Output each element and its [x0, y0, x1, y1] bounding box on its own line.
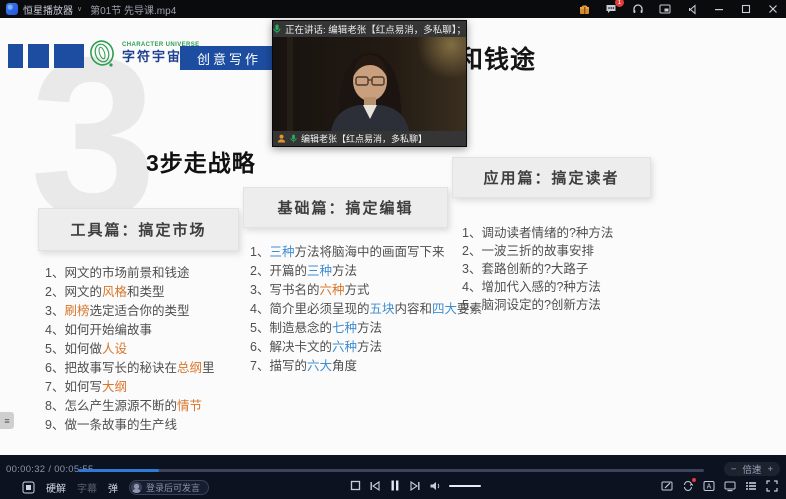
list-item: 6、解决卡文的六种方法	[250, 338, 482, 357]
course-list-basics: 1、三种方法将脑海中的画面写下来2、开篇的三种方法3、写书名的六种方式4、简介里…	[250, 243, 482, 376]
list-item: 4、简介里必须呈现的五块内容和四大要素	[250, 300, 482, 319]
svg-text:A: A	[707, 484, 712, 491]
list-item: 4、增加代入感的?种方法	[462, 278, 613, 296]
webcam-feed	[273, 37, 466, 131]
deco-square	[54, 44, 84, 68]
player-window: 恒星播放器 ∨ 第01节 先导课.mp4 1	[0, 0, 786, 499]
mic-icon	[273, 24, 281, 34]
webcam-namebar: 编辑老张【红点易消，多私聊】	[273, 131, 466, 146]
stop-button[interactable]	[350, 480, 361, 491]
section-box-basics: 基础篇：搞定编辑	[243, 187, 448, 228]
list-item: 1、三种方法将脑海中的画面写下来	[250, 243, 482, 262]
list-item: 3、套路创新的?大路子	[462, 260, 613, 278]
course-list-apps: 1、调动读者情绪的?种方法2、一波三折的故事安排3、套路创新的?大路子4、增加代…	[462, 224, 613, 314]
section-box-apps: 应用篇：搞定读者	[452, 157, 651, 198]
list-item: 7、描写的六大角度	[250, 357, 482, 376]
mini-player-icon[interactable]	[685, 2, 699, 16]
list-item: 5、如何做人设	[45, 340, 214, 359]
avatar	[131, 482, 142, 493]
panel-toggle-icon[interactable]	[22, 481, 35, 494]
list-item: 1、网文的市场前景和钱途	[45, 264, 214, 283]
list-item: 6、把故事写长的秘诀在总纲里	[45, 359, 214, 378]
fullscreen-icon[interactable]	[766, 480, 778, 492]
deco-square	[8, 44, 23, 68]
character-universe-logo-icon	[87, 38, 117, 70]
playlist-icon[interactable]	[745, 480, 757, 492]
list-item: 5、脑洞设定的?创新方法	[462, 296, 613, 314]
control-bar: 00:00:32 / 00:05:55 − 倍速 + 硬解 字幕 弹 登录后可发…	[0, 455, 786, 499]
pip-mode-icon[interactable]	[658, 2, 672, 16]
list-item: 3、刷榜选定适合你的类型	[45, 302, 214, 321]
speed-plus-button[interactable]: +	[767, 464, 773, 475]
section-box-tools: 工具篇：搞定市场	[38, 208, 239, 251]
subtitle-toggle[interactable]: 字幕	[77, 480, 97, 495]
minimize-button[interactable]	[712, 2, 726, 16]
speed-minus-button[interactable]: −	[731, 464, 737, 475]
volume-icon[interactable]	[429, 480, 441, 492]
login-to-comment-button[interactable]: 登录后可发言	[129, 480, 209, 495]
danmaku-toggle[interactable]: 弹	[108, 480, 118, 495]
list-item: 8、怎么产生源源不断的情节	[45, 397, 214, 416]
participant-icon	[277, 134, 286, 143]
webcam-name-text: 编辑老张【红点易消，多私聊】	[301, 132, 427, 145]
course-list-tools: 1、网文的市场前景和钱途2、网文的风格和类型3、刷榜选定适合你的类型4、如何开始…	[45, 264, 214, 435]
webcam-overlay: 正在讲话: 编辑老张【红点易消，多私聊】；	[272, 20, 467, 147]
headset-icon[interactable]	[631, 2, 645, 16]
maximize-button[interactable]	[739, 2, 753, 16]
volume-slider[interactable]	[449, 485, 481, 487]
close-button[interactable]	[766, 2, 780, 16]
file-name: 第01节 先导课.mp4	[90, 2, 176, 17]
loop-notification-dot	[692, 478, 696, 482]
app-name: 恒星播放器	[23, 2, 73, 17]
list-item: 3、写书名的六种方式	[250, 281, 482, 300]
subtitle-track-icon[interactable]: A	[703, 480, 715, 492]
list-item: 1、调动读者情绪的?种方法	[462, 224, 613, 242]
speed-control: − 倍速 +	[724, 462, 780, 476]
seek-bar-fill	[78, 469, 159, 472]
speed-label[interactable]: 倍速	[742, 462, 761, 476]
screenshot-icon[interactable]	[661, 480, 673, 492]
list-item: 9、做一条故事的生产线	[45, 416, 214, 435]
speaking-banner: 正在讲话: 编辑老张【红点易消，多私聊】；	[273, 21, 466, 37]
gift-icon[interactable]	[577, 2, 591, 16]
deco-square	[28, 44, 49, 68]
message-icon[interactable]: 1	[604, 2, 618, 16]
list-item: 4、如何开始编故事	[45, 321, 214, 340]
hw-decode-toggle[interactable]: 硬解	[46, 480, 66, 495]
playlist-panel-handle[interactable]: ≡	[0, 412, 14, 429]
presenter-image	[273, 37, 466, 131]
cast-icon[interactable]	[724, 480, 736, 492]
slide-title-partial: 和钱途	[458, 40, 536, 76]
app-menu-chevron-icon[interactable]: ∨	[77, 5, 82, 13]
list-item: 2、一波三折的故事安排	[462, 242, 613, 260]
speaking-banner-text: 正在讲话: 编辑老张【红点易消，多私聊】；	[285, 22, 466, 36]
next-button[interactable]	[409, 480, 421, 492]
list-item: 2、开篇的三种方法	[250, 262, 482, 281]
previous-button[interactable]	[369, 480, 381, 492]
list-item: 5、制造悬念的七种方法	[250, 319, 482, 338]
titlebar: 恒星播放器 ∨ 第01节 先导课.mp4 1	[0, 0, 786, 18]
list-item: 2、网文的风格和类型	[45, 283, 214, 302]
loop-mode-icon[interactable]	[682, 480, 694, 492]
mic-icon	[290, 134, 297, 143]
nav-button-creative-writing: 创意写作	[180, 46, 278, 70]
pause-button[interactable]	[389, 479, 401, 492]
message-badge: 1	[615, 0, 624, 7]
seek-bar[interactable]	[78, 469, 704, 472]
app-logo-icon	[6, 3, 18, 15]
login-pill-text: 登录后可发言	[146, 481, 200, 494]
strategy-title: 3步走战略	[146, 144, 256, 178]
list-item: 7、如何写大纲	[45, 378, 214, 397]
